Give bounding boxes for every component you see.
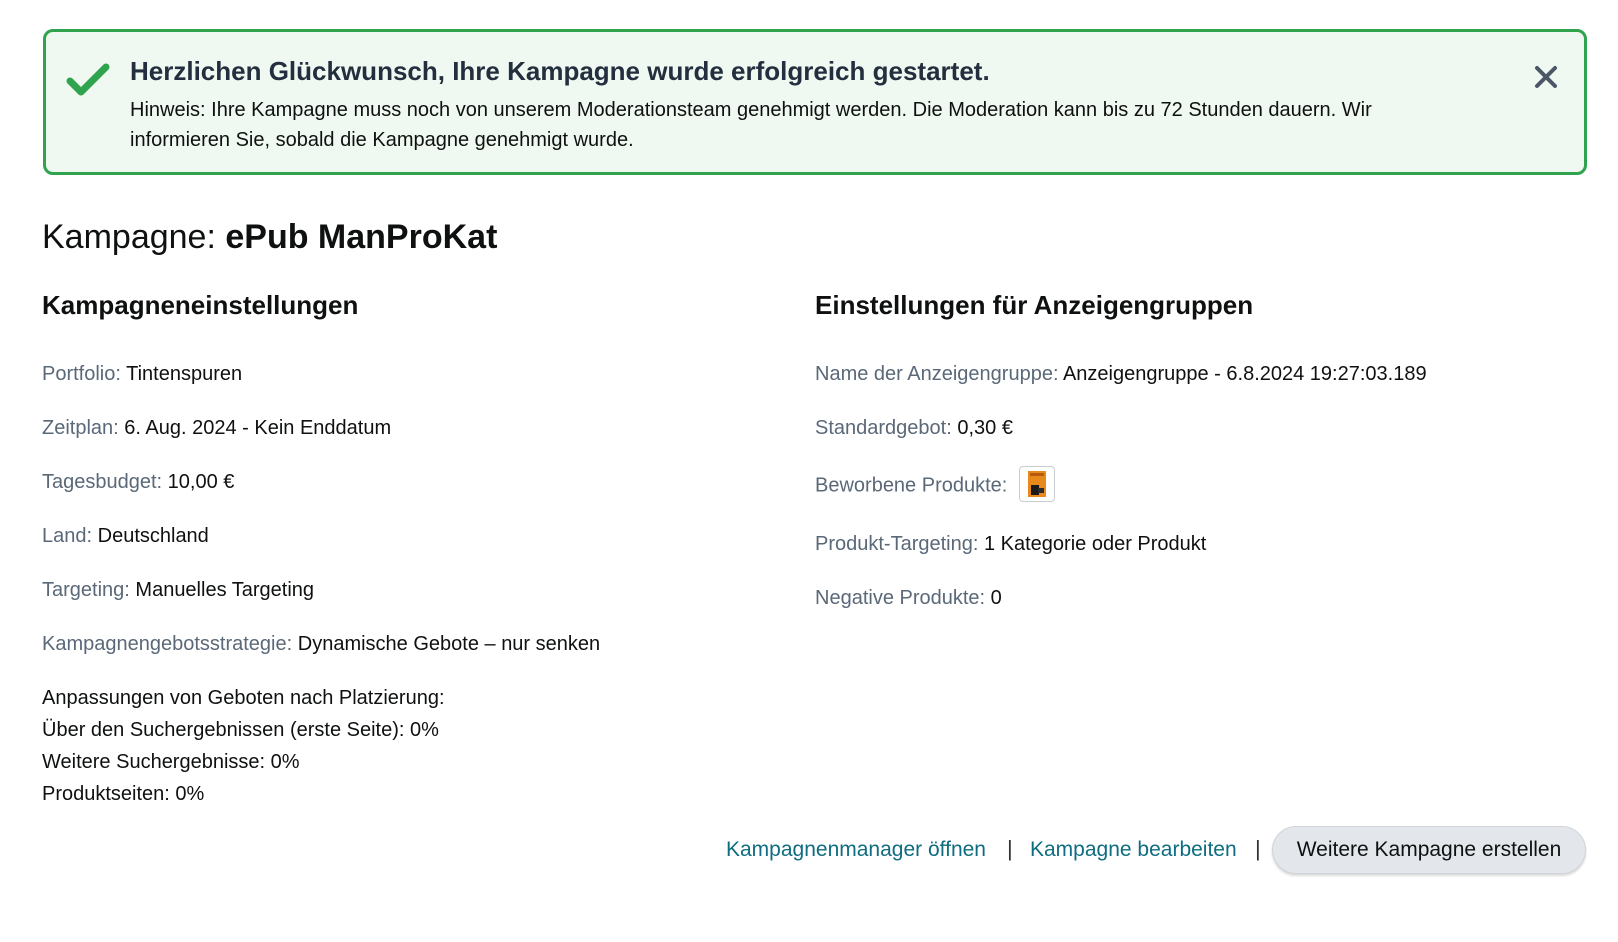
targeting-label: Targeting: xyxy=(42,579,130,601)
adgroup-name-row: Name der Anzeigengruppe: Anzeigengruppe … xyxy=(815,360,1427,388)
close-icon[interactable] xyxy=(1531,62,1561,92)
schedule-row: Zeitplan: 6. Aug. 2024 - Kein Enddatum xyxy=(42,414,391,442)
portfolio-label: Portfolio: xyxy=(42,363,121,385)
default-bid-label: Standardgebot: xyxy=(815,417,952,439)
alert-title: Herzlichen Glückwunsch, Ihre Kampagne wu… xyxy=(130,56,990,86)
footer-separator: | xyxy=(1255,836,1261,861)
adgroup-name-value: Anzeigengruppe - 6.8.2024 19:27:03.189 xyxy=(1062,363,1427,385)
page-title: Kampagne: ePub ManProKat xyxy=(42,218,497,257)
product-thumbnail[interactable] xyxy=(1018,466,1055,502)
bid-strategy-row: Kampagnengebotsstrategie: Dynamische Geb… xyxy=(42,630,600,658)
bid-strategy-label: Kampagnengebotsstrategie: xyxy=(42,633,293,655)
product-targeting-row: Produkt-Targeting: 1 Kategorie oder Prod… xyxy=(815,530,1206,558)
bid-strategy-value: Dynamische Gebote – nur senken xyxy=(297,633,601,655)
portfolio-row: Portfolio: Tintenspuren xyxy=(42,360,242,388)
campaign-settings-heading: Kampagneneinstellungen xyxy=(42,290,359,320)
open-campaign-manager-link[interactable]: Kampagnenmanager öffnen xyxy=(726,838,986,862)
success-alert: Herzlichen Glückwunsch, Ihre Kampagne wu… xyxy=(43,29,1587,175)
create-another-campaign-button[interactable]: Weitere Kampagne erstellen xyxy=(1272,826,1586,874)
placement-top-of-search: Über den Suchergebnissen (erste Seite): … xyxy=(42,719,439,741)
country-row: Land: Deutschland xyxy=(42,522,209,550)
negative-products-value: 0 xyxy=(990,587,1002,609)
placement-rest-of-search: Weitere Suchergebnisse: 0% xyxy=(42,751,300,773)
campaign-name: ePub ManProKat xyxy=(225,218,498,256)
country-label: Land: xyxy=(42,525,93,547)
targeting-value: Manuelles Targeting xyxy=(135,579,315,601)
product-targeting-label: Produkt-Targeting: xyxy=(815,533,979,555)
footer-separator: | xyxy=(1007,836,1013,861)
placement-adjustments-label: Anpassungen von Geboten nach Platzierung… xyxy=(42,687,445,709)
negative-products-label: Negative Produkte: xyxy=(815,587,986,609)
default-bid-row: Standardgebot: 0,30 € xyxy=(815,414,1013,442)
daily-budget-row: Tagesbudget: 10,00 € xyxy=(42,468,234,496)
default-bid-value: 0,30 € xyxy=(957,417,1013,439)
targeting-row: Targeting: Manuelles Targeting xyxy=(42,576,314,604)
advertised-products-label: Beworbene Produkte: xyxy=(815,474,1008,497)
placement-product-pages: Produktseiten: 0% xyxy=(42,783,205,805)
negative-products-row: Negative Produkte: 0 xyxy=(815,584,1002,612)
edit-campaign-link[interactable]: Kampagne bearbeiten xyxy=(1030,838,1237,862)
book-cover-icon xyxy=(1027,471,1046,497)
daily-budget-label: Tagesbudget: xyxy=(42,471,163,493)
campaign-title-prefix: Kampagne: xyxy=(42,218,216,256)
schedule-value: 6. Aug. 2024 - Kein Enddatum xyxy=(124,417,392,439)
portfolio-value: Tintenspuren xyxy=(126,363,243,385)
product-targeting-value: 1 Kategorie oder Produkt xyxy=(983,533,1207,555)
checkmark-icon xyxy=(66,60,110,100)
adgroup-settings-heading: Einstellungen für Anzeigengruppen xyxy=(815,290,1254,320)
alert-message: Hinweis: Ihre Kampagne muss noch von uns… xyxy=(130,99,1372,151)
advertised-products-row: Beworbene Produkte: xyxy=(815,466,1055,504)
daily-budget-value: 10,00 € xyxy=(167,471,235,493)
adgroup-name-label: Name der Anzeigengruppe: xyxy=(815,363,1059,385)
country-value: Deutschland xyxy=(97,525,209,547)
schedule-label: Zeitplan: xyxy=(42,417,119,439)
